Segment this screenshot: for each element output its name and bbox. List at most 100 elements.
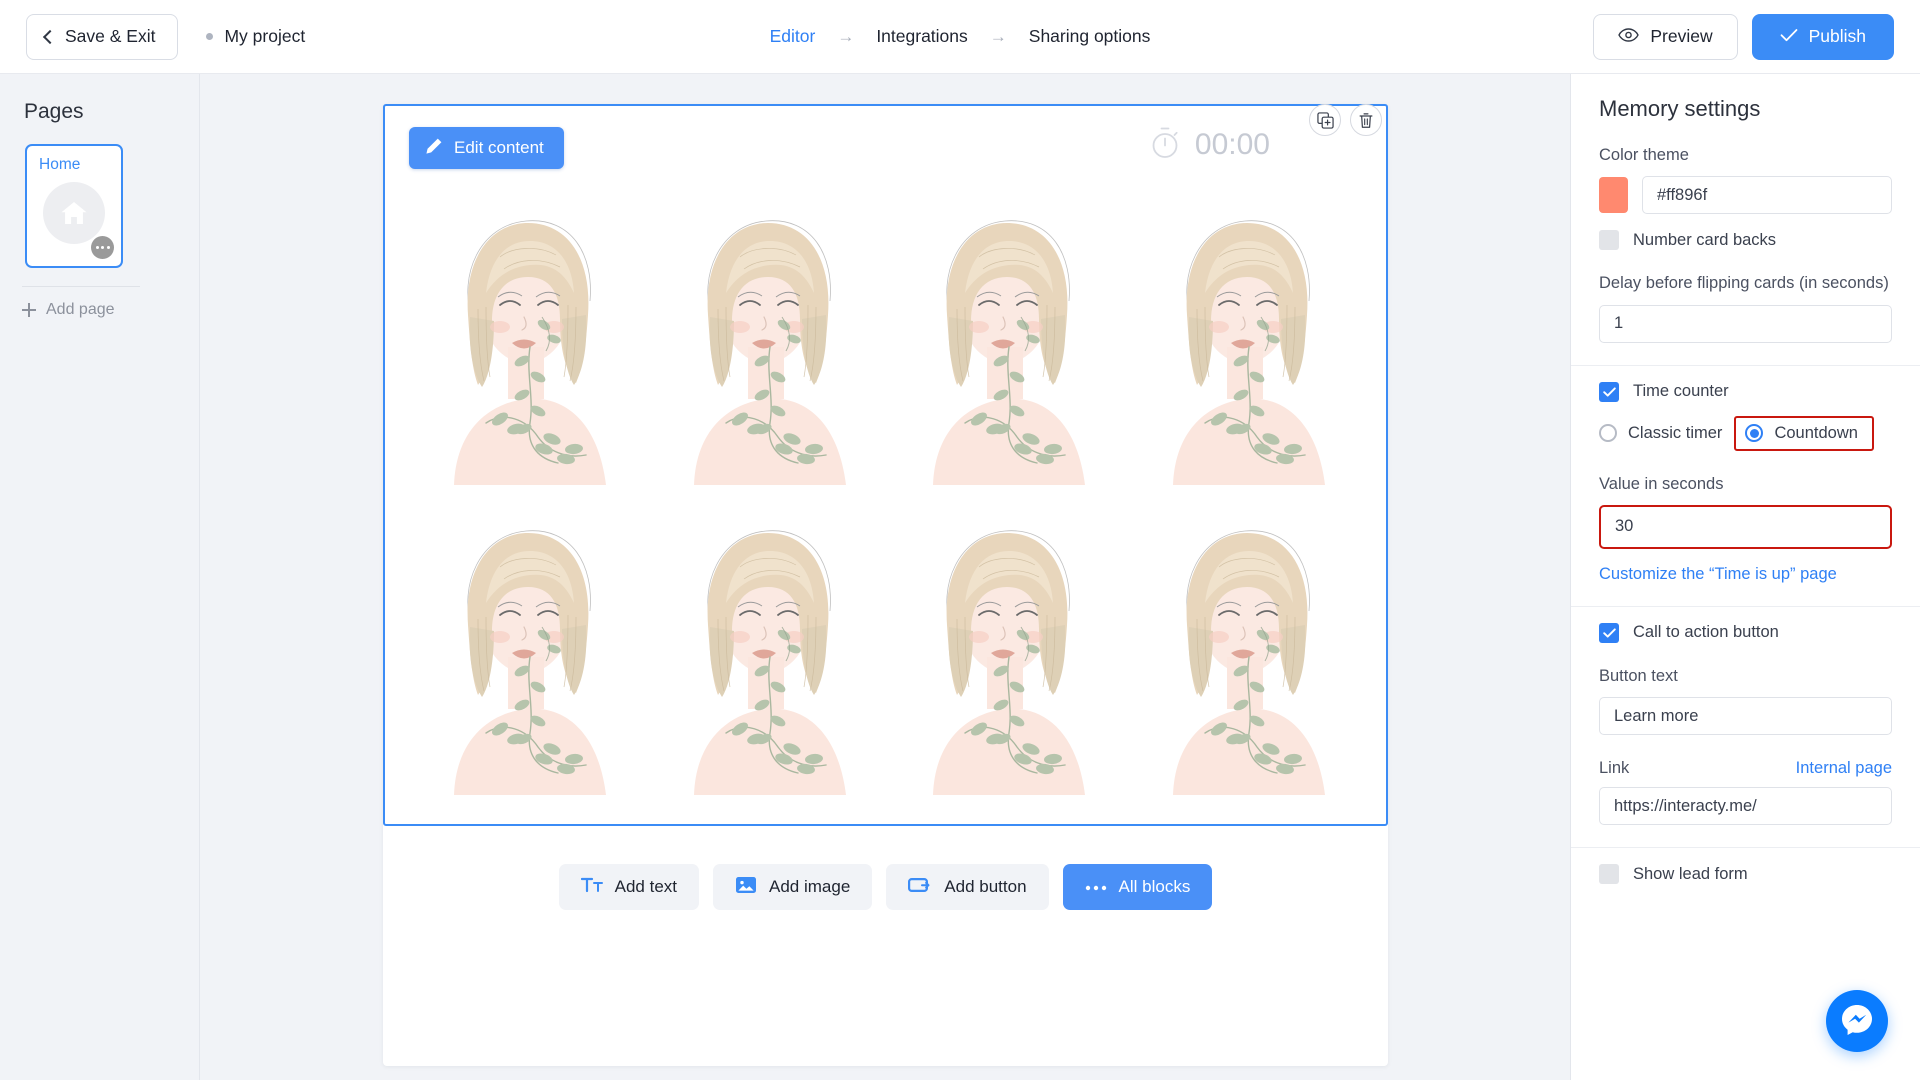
- radio-unselected-icon: [1599, 424, 1617, 443]
- dot-icon: [95, 246, 99, 249]
- timer-mode-group: Classic timer Countdown: [1599, 415, 1892, 451]
- memory-card[interactable]: [411, 192, 643, 492]
- link-label: Link: [1599, 759, 1630, 778]
- publish-label: Publish: [1808, 26, 1866, 46]
- button-text-label: Button text: [1599, 666, 1678, 685]
- memory-game-block[interactable]: Moves: 0 00:00 Edi: [383, 104, 1388, 826]
- delete-icon[interactable]: [1350, 104, 1382, 136]
- memory-card[interactable]: [890, 502, 1122, 802]
- page-options-button[interactable]: [91, 236, 114, 259]
- panel-title: Memory settings: [1599, 96, 1761, 121]
- classic-timer-radio[interactable]: Classic timer: [1599, 424, 1722, 443]
- memory-card[interactable]: [651, 502, 883, 802]
- messenger-icon: [1839, 1001, 1875, 1042]
- add-page-button[interactable]: Add page: [22, 286, 140, 319]
- show-lead-form-checkbox[interactable]: Show lead form: [1599, 864, 1892, 885]
- edit-content-label: Edit content: [454, 138, 544, 157]
- time-counter-label: Time counter: [1633, 382, 1729, 401]
- home-icon: [43, 182, 105, 245]
- page-thumbnail-home[interactable]: Home: [25, 144, 123, 268]
- image-icon: [735, 875, 757, 900]
- dots-icon: [1085, 877, 1107, 897]
- add-button-button[interactable]: Add button: [886, 864, 1049, 910]
- project-name-label: My project: [224, 26, 306, 46]
- top-bar-actions: Preview Publish: [1593, 13, 1894, 60]
- memory-cards-grid: [411, 192, 1361, 802]
- page-sheet: Moves: 0 00:00 Edi: [383, 104, 1388, 1066]
- button-icon: [908, 876, 932, 899]
- page-thumbnail-label: Home: [39, 156, 81, 173]
- countdown-label: Countdown: [1774, 423, 1858, 442]
- edit-content-button[interactable]: Edit content: [409, 127, 564, 169]
- delay-input[interactable]: [1599, 304, 1892, 343]
- classic-timer-label: Classic timer: [1628, 423, 1723, 442]
- divider: [1571, 847, 1920, 849]
- memory-card[interactable]: [411, 502, 643, 802]
- project-name[interactable]: My project: [206, 26, 305, 47]
- status-dot-icon: [206, 33, 214, 40]
- internal-page-link[interactable]: Internal page: [1796, 759, 1892, 778]
- add-button-label: Add button: [944, 877, 1027, 896]
- timer-value: 00:00: [1194, 128, 1270, 161]
- timer-display: 00:00: [1149, 126, 1270, 165]
- arrow-right-icon: →: [837, 26, 855, 46]
- button-text-input[interactable]: [1599, 697, 1892, 736]
- publish-button[interactable]: Publish: [1751, 13, 1894, 60]
- messenger-chat-button[interactable]: [1826, 990, 1888, 1052]
- eye-icon: [1618, 26, 1640, 47]
- add-block-toolbar: Add text Add image Add button All blocks: [383, 864, 1388, 910]
- memory-card[interactable]: [1130, 502, 1362, 802]
- link-input[interactable]: [1599, 787, 1892, 826]
- show-lead-form-label: Show lead form: [1633, 864, 1748, 883]
- radio-selected-icon: [1745, 424, 1764, 443]
- save-and-exit-label: Save & Exit: [65, 26, 156, 46]
- breadcrumb-item-sharing-options[interactable]: Sharing options: [1029, 26, 1151, 47]
- color-swatch[interactable]: [1599, 177, 1628, 214]
- dot-icon: [101, 246, 104, 249]
- plus-icon: [22, 303, 36, 317]
- customize-time-is-up-link[interactable]: Customize the “Time is up” page: [1599, 565, 1837, 584]
- value-in-seconds-label: Value in seconds: [1599, 474, 1724, 493]
- text-icon: [580, 877, 603, 898]
- divider: [1571, 364, 1920, 366]
- value-in-seconds-input[interactable]: [1599, 504, 1892, 549]
- divider: [1571, 605, 1920, 607]
- settings-panel: Memory settings Color theme Number card …: [1570, 74, 1920, 1080]
- memory-card[interactable]: [1130, 192, 1362, 492]
- number-card-backs-label: Number card backs: [1633, 230, 1777, 249]
- breadcrumb: Editor → Integrations → Sharing options: [770, 26, 1151, 47]
- pencil-icon: [425, 137, 443, 160]
- link-row: Link Internal page: [1599, 757, 1892, 779]
- countdown-radio[interactable]: Countdown: [1734, 415, 1874, 451]
- preview-button[interactable]: Preview: [1593, 13, 1738, 60]
- duplicate-icon[interactable]: [1309, 104, 1341, 136]
- all-blocks-label: All blocks: [1118, 877, 1191, 896]
- pages-title: Pages: [24, 100, 84, 123]
- add-image-label: Add image: [769, 877, 851, 896]
- color-hex-input[interactable]: [1642, 176, 1892, 215]
- top-bar: Save & Exit My project Editor → Integrat…: [0, 0, 1920, 74]
- add-image-button[interactable]: Add image: [713, 864, 873, 910]
- stopwatch-icon: [1149, 126, 1181, 165]
- time-counter-checkbox[interactable]: Time counter: [1599, 381, 1892, 402]
- add-page-label: Add page: [46, 301, 115, 318]
- preview-label: Preview: [1650, 26, 1713, 46]
- block-toolbar: [1309, 104, 1382, 136]
- pages-sidebar: Pages Home Add page: [0, 74, 200, 1080]
- dot-icon: [106, 246, 110, 249]
- call-to-action-checkbox[interactable]: Call to action button: [1599, 622, 1892, 643]
- delay-label: Delay before flipping cards (in seconds): [1599, 274, 1889, 293]
- add-text-button[interactable]: Add text: [558, 864, 700, 910]
- breadcrumb-item-editor[interactable]: Editor: [770, 26, 816, 47]
- checkbox-checked-icon: [1599, 622, 1619, 643]
- all-blocks-button[interactable]: All blocks: [1062, 864, 1213, 910]
- call-to-action-label: Call to action button: [1633, 623, 1779, 642]
- number-card-backs-checkbox[interactable]: Number card backs: [1599, 230, 1892, 251]
- check-icon: [1780, 26, 1798, 47]
- memory-card[interactable]: [890, 192, 1122, 492]
- save-and-exit-button[interactable]: Save & Exit: [26, 13, 179, 60]
- checkbox-unchecked-icon: [1599, 864, 1619, 885]
- memory-card[interactable]: [651, 192, 883, 492]
- canvas-area: Moves: 0 00:00 Edi: [200, 74, 1570, 1080]
- breadcrumb-item-integrations[interactable]: Integrations: [876, 26, 967, 47]
